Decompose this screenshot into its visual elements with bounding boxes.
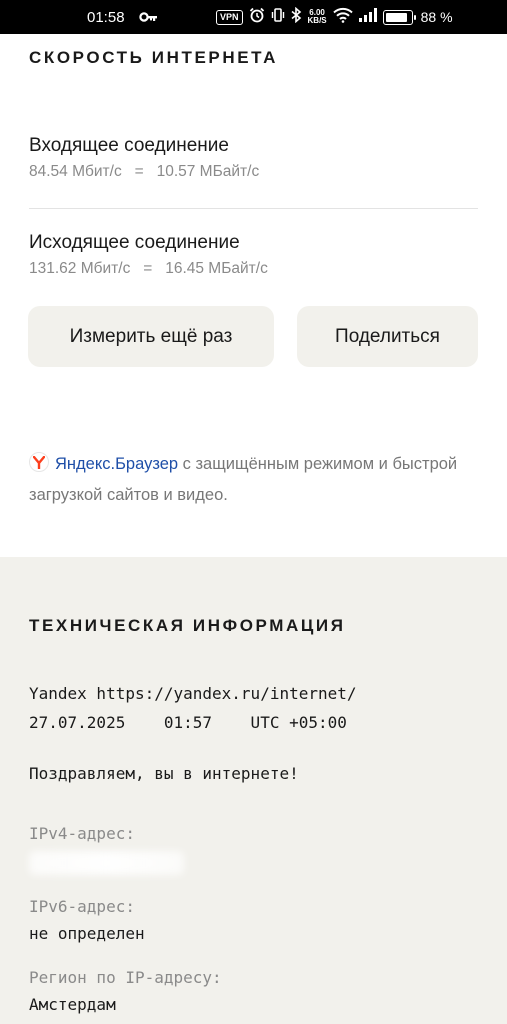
status-icons: VPN 6.00 KB/S 88 % [216,6,453,27]
key-icon [139,10,159,24]
bluetooth-icon [291,6,302,27]
ipv6-label: IPv6-адрес: [29,897,135,916]
tech-line-datetime: 27.07.2025 01:57 UTC +05:00 [29,713,347,732]
status-bar: 01:58 VPN 6.00 KB/S 88 % [0,0,507,34]
share-button[interactable]: Поделиться [297,306,478,367]
tech-line-service: Yandex https://yandex.ru/internet/ [29,684,357,703]
region-value: Амстердам [29,995,116,1014]
battery-level [385,12,407,22]
download-title: Входящее соединение [29,135,229,156]
upload-title: Исходящее соединение [29,232,240,253]
divider [29,208,478,209]
battery-icon [382,9,416,25]
vpn-icon: VPN [216,9,243,25]
ipv4-value-redacted [29,851,184,875]
upload-value: 131.62 Мбит/с = 16.45 МБайт/с [29,260,268,277]
retest-button[interactable]: Измерить ещё раз [28,306,274,367]
signal-icon [358,8,377,26]
net-speed-indicator: 6.00 KB/S [307,8,327,25]
tech-section-title: ТЕХНИЧЕСКАЯ ИНФОРМАЦИЯ [29,616,346,635]
status-time: 01:58 [87,9,125,26]
ipv4-label: IPv4-адрес: [29,824,135,843]
yandex-browser-logo-icon [29,452,49,472]
yandex-browser-link[interactable]: Яндекс.Браузер [55,455,178,473]
tech-greeting: Поздравляем, вы в интернете! [29,764,299,783]
alarm-icon [249,7,265,27]
speed-section-title: СКОРОСТЬ ИНТЕРНЕТА [29,48,278,67]
download-value: 84.54 Мбит/с = 10.57 МБайт/с [29,163,260,180]
wifi-icon [332,7,353,27]
browser-promo: Яндекс.Браузер с защищённым режимом и бы… [29,449,459,511]
battery-percent: 88 % [420,9,453,25]
ipv6-value: не определен [29,924,145,943]
region-label: Регион по IP-адресу: [29,968,222,987]
vibrate-icon [271,7,285,27]
